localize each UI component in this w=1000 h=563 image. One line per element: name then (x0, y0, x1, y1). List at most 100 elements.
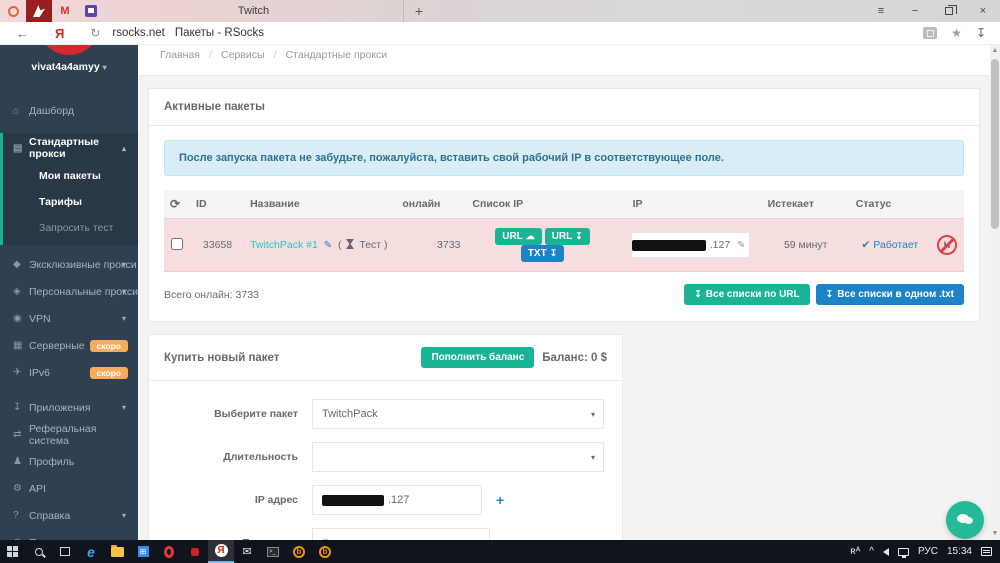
network-icon[interactable] (898, 548, 909, 556)
pinned-tab-opera[interactable] (0, 0, 26, 22)
sidebar-item-label: VPN (29, 313, 51, 325)
sidebar-item-label: Серверные (29, 340, 85, 352)
taskbar-opera[interactable] (156, 540, 182, 563)
close-button[interactable]: × (966, 0, 1000, 22)
promo-code-input[interactable] (312, 528, 490, 540)
sidebar-item-label: Эксклюзивные прокси (29, 259, 137, 271)
duration-select[interactable]: ▾ (312, 442, 604, 472)
people-icon[interactable]: ʀᴬ (850, 546, 860, 557)
row-online: 3733 (396, 219, 466, 272)
hidden-icons-button[interactable]: ^ (869, 546, 874, 557)
sidebar-item-referral[interactable]: ⇄ Реферальная система (0, 421, 138, 448)
breadcrumb-home[interactable]: Главная (160, 49, 200, 61)
sidebar-item-tariffs[interactable]: Тарифы (3, 189, 138, 215)
start-button[interactable] (0, 540, 26, 563)
chevron-down-icon: ▾ (122, 511, 126, 520)
sidebar-item-help[interactable]: ? Справка ▾ (0, 502, 138, 529)
ip-address-input[interactable]: .127 (312, 485, 482, 515)
sidebar-item-request-test[interactable]: Запросить тест (3, 215, 138, 241)
status-label: Работает (873, 239, 918, 251)
browser-menu-button[interactable]: ≡ (864, 0, 898, 22)
sidebar-item-api[interactable]: ⚙ API (0, 475, 138, 502)
pinned-tab-gmail[interactable]: M (52, 0, 78, 22)
sidebar-item-dashboard[interactable]: ⌂ Дашборд (0, 95, 138, 127)
sidebar-item-apps[interactable]: ↧ Приложения ▾ (0, 394, 138, 421)
tab-twitch[interactable]: Twitch (104, 0, 404, 22)
restore-button[interactable] (932, 0, 966, 22)
taskbar-mail[interactable]: ✉ (234, 540, 260, 563)
taskbar-app-b2[interactable]: b (312, 540, 338, 563)
add-ip-button[interactable]: + (496, 492, 504, 508)
sidebar-item-exclusive-proxies[interactable]: ◆ Эксклюзивные прокси ▾ (0, 251, 138, 278)
downloads-icon[interactable]: ↧ (976, 26, 986, 40)
sidebar-item-vpn[interactable]: ◉ VPN ▾ (0, 305, 138, 332)
pinned-tab-twitch[interactable] (78, 0, 104, 22)
sidebar-item-standard-proxies[interactable]: ▤ Стандартные прокси ▴ (3, 133, 138, 163)
chat-icon (957, 514, 973, 526)
stop-package-icon[interactable]: Н (937, 235, 957, 255)
package-select[interactable]: TwitchPack ▾ (312, 399, 604, 429)
b-app-icon: b (319, 546, 331, 558)
test-label[interactable]: Тест (359, 239, 381, 251)
folder-icon (111, 547, 124, 557)
sidebar-item-my-packages[interactable]: Мои пакеты (3, 163, 138, 189)
taskbar-search-button[interactable] (26, 540, 52, 563)
taskbar-app-b1[interactable]: b (286, 540, 312, 563)
volume-icon[interactable] (883, 548, 889, 556)
clock[interactable]: 15:34 (947, 546, 972, 557)
url-download-button[interactable]: URL↧ (545, 228, 590, 245)
back-button[interactable]: ← (16, 26, 29, 41)
user-menu[interactable]: vivat4a4amyy ▾ (0, 61, 138, 73)
chat-widget-button[interactable] (946, 501, 984, 539)
url-host[interactable]: rsocks.net (112, 27, 164, 39)
language-indicator[interactable]: РУС (918, 546, 938, 557)
refresh-button[interactable]: ↻ (90, 26, 100, 40)
protect-icon[interactable] (923, 27, 937, 39)
sidebar-item-profile[interactable]: ♟ Профиль (0, 448, 138, 475)
ip-value-field[interactable]: .127 ✎ (631, 232, 750, 258)
bookmark-star-icon[interactable]: ★ (951, 26, 962, 40)
txt-download-button[interactable]: TXT↧ (521, 245, 564, 262)
edit-name-icon[interactable]: ✎ (324, 240, 332, 251)
opera-icon (164, 546, 174, 558)
sidebar-item-ipv6[interactable]: ✈ IPv6 скоро (0, 359, 138, 386)
action-center-icon[interactable] (981, 547, 992, 556)
sidebar-item-support[interactable]: ⊕ Поддержка (0, 529, 138, 540)
task-view-button[interactable] (52, 540, 78, 563)
row-checkbox[interactable] (171, 238, 183, 250)
taskbar-console[interactable]: >_ (260, 540, 286, 563)
scrollbar-thumb[interactable] (991, 59, 999, 229)
taskbar-edge[interactable]: e (78, 540, 104, 563)
panel-title: Купить новый пакет (164, 352, 279, 364)
soon-badge: скоро (90, 340, 128, 352)
package-name-link[interactable]: TwitchPack #1 (250, 239, 318, 251)
page-scrollbar[interactable]: ▲ ▼ (990, 45, 1000, 540)
topup-balance-button[interactable]: Пополнить баланс (421, 347, 534, 368)
url-page-title[interactable]: Пакеты - RSocks (175, 27, 264, 39)
taskbar-yandex-active[interactable]: Я (208, 540, 234, 563)
all-lists-txt-button[interactable]: ↧Все списки в одном .txt (816, 284, 964, 305)
sidebar-item-personal-proxies[interactable]: ◈ Персональные прокси ▾ (0, 278, 138, 305)
b-app-icon: b (293, 546, 305, 558)
footer-actions: ↧Все списки по URL ↧Все списки в одном .… (684, 284, 964, 305)
edit-ip-icon[interactable]: ✎ (737, 240, 745, 251)
taskbar-explorer[interactable] (104, 540, 130, 563)
new-tab-button[interactable]: + (404, 3, 434, 19)
pinned-tab-rsocks-active[interactable] (26, 0, 52, 22)
refresh-icon[interactable]: ⟳ (170, 197, 180, 211)
download-icon: ↧ (13, 402, 29, 413)
taskbar-app-red[interactable] (182, 540, 208, 563)
minimize-button[interactable]: − (898, 0, 932, 22)
paper-plane-icon: ✈ (13, 367, 29, 378)
breadcrumb-services[interactable]: Сервисы (221, 49, 265, 61)
sidebar-item-label: API (29, 483, 46, 495)
refresh-header[interactable]: ⟳ (164, 190, 190, 219)
scroll-up-arrow[interactable]: ▲ (990, 45, 1000, 57)
sidebar-item-servers[interactable]: ▦ Серверные скоро (0, 332, 138, 359)
windows-logo-icon (7, 546, 19, 558)
scroll-down-arrow[interactable]: ▼ (990, 528, 1000, 540)
taskbar-store[interactable]: ⊞ (130, 540, 156, 563)
all-lists-url-button[interactable]: ↧Все списки по URL (684, 284, 809, 305)
url-cloud-button[interactable]: URL☁ (495, 228, 542, 245)
table-footer: Всего онлайн: 3733 ↧Все списки по URL ↧В… (164, 284, 964, 305)
